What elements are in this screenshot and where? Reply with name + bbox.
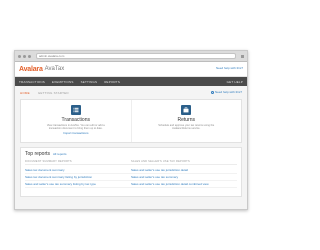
nav-item-reports[interactable]: REPORTS <box>104 80 120 84</box>
browser-chrome: admin.avalara.com <box>15 51 247 62</box>
main-nav: TRANSACTIONS EXEMPTIONS SETTINGS REPORTS… <box>15 77 247 86</box>
import-transactions-link[interactable]: Import transactions <box>63 131 89 135</box>
header-help-link[interactable]: Need help with this? <box>216 66 243 70</box>
reports-header: Top reports All reports <box>25 151 237 157</box>
report-columns: DOCUMENT SUMMARY REPORTS Sales tax docum… <box>25 160 237 188</box>
report-link[interactable]: Sales tax document summary <box>25 167 131 174</box>
column-header: DOCUMENT SUMMARY REPORTS <box>25 160 131 165</box>
report-link[interactable]: Sales tax document summary listing by ju… <box>25 174 131 181</box>
forward-icon[interactable] <box>23 54 26 58</box>
list-icon <box>70 105 81 115</box>
report-column: SALES AND SELLER'S USE TAX REPORTS Sales… <box>131 160 237 188</box>
help-link-label: Need help with this? <box>214 90 242 94</box>
top-reports: Top reports All reports DOCUMENT SUMMARY… <box>20 147 242 197</box>
back-icon[interactable] <box>18 54 21 58</box>
product-name: AvaTax <box>44 66 65 72</box>
subtabs: HOME GETTING STARTED Need help with this… <box>20 90 242 96</box>
reports-title: Top reports <box>25 151 51 157</box>
report-link[interactable]: Sales and seller's use tax summary <box>131 174 237 181</box>
report-link[interactable]: Sales and seller's use tax summary listi… <box>25 181 131 188</box>
nav-item-exemptions[interactable]: EXEMPTIONS <box>52 80 74 84</box>
briefcase-icon <box>181 105 192 115</box>
feature-cards: Transactions View transactions in AvaTax… <box>20 99 242 143</box>
address-bar[interactable]: admin.avalara.com <box>36 53 236 59</box>
all-reports-link[interactable]: All reports <box>53 152 67 156</box>
column-header: SALES AND SELLER'S USE TAX REPORTS <box>131 160 237 165</box>
help-icon <box>210 90 214 94</box>
nav-item-transactions[interactable]: TRANSACTIONS <box>19 80 45 84</box>
card-returns: Returns Schedule and approve your tax re… <box>130 100 242 142</box>
report-link[interactable]: Sales and seller's use tax jurisdiction … <box>131 181 237 188</box>
main-content: HOME GETTING STARTED Need help with this… <box>15 86 247 201</box>
report-link[interactable]: Sales and seller's use tax jurisdiction … <box>131 167 237 174</box>
tab-home[interactable]: HOME <box>20 91 30 95</box>
card-description: View transactions in AvaTax. You can edi… <box>46 124 105 130</box>
reload-icon[interactable] <box>28 54 31 58</box>
tab-getting-started[interactable]: GETTING STARTED <box>38 91 69 95</box>
nav-item-settings[interactable]: SETTINGS <box>81 80 98 84</box>
menu-icon[interactable] <box>241 54 244 58</box>
browser-window: admin.avalara.com Avalara AvaTax Need he… <box>14 50 248 210</box>
card-transactions: Transactions View transactions in AvaTax… <box>21 100 131 142</box>
card-title[interactable]: Transactions <box>62 117 90 123</box>
report-column: DOCUMENT SUMMARY REPORTS Sales tax docum… <box>25 160 131 188</box>
logo[interactable]: Avalara <box>19 66 43 73</box>
nav-item-get-help[interactable]: GET HELP <box>227 80 243 84</box>
card-description: Schedule and approve your tax returns us… <box>158 124 215 130</box>
card-title[interactable]: Returns <box>177 117 195 123</box>
brand-header: Avalara AvaTax Need help with this? <box>15 62 247 77</box>
help-link[interactable]: Need help with this? <box>210 90 242 94</box>
